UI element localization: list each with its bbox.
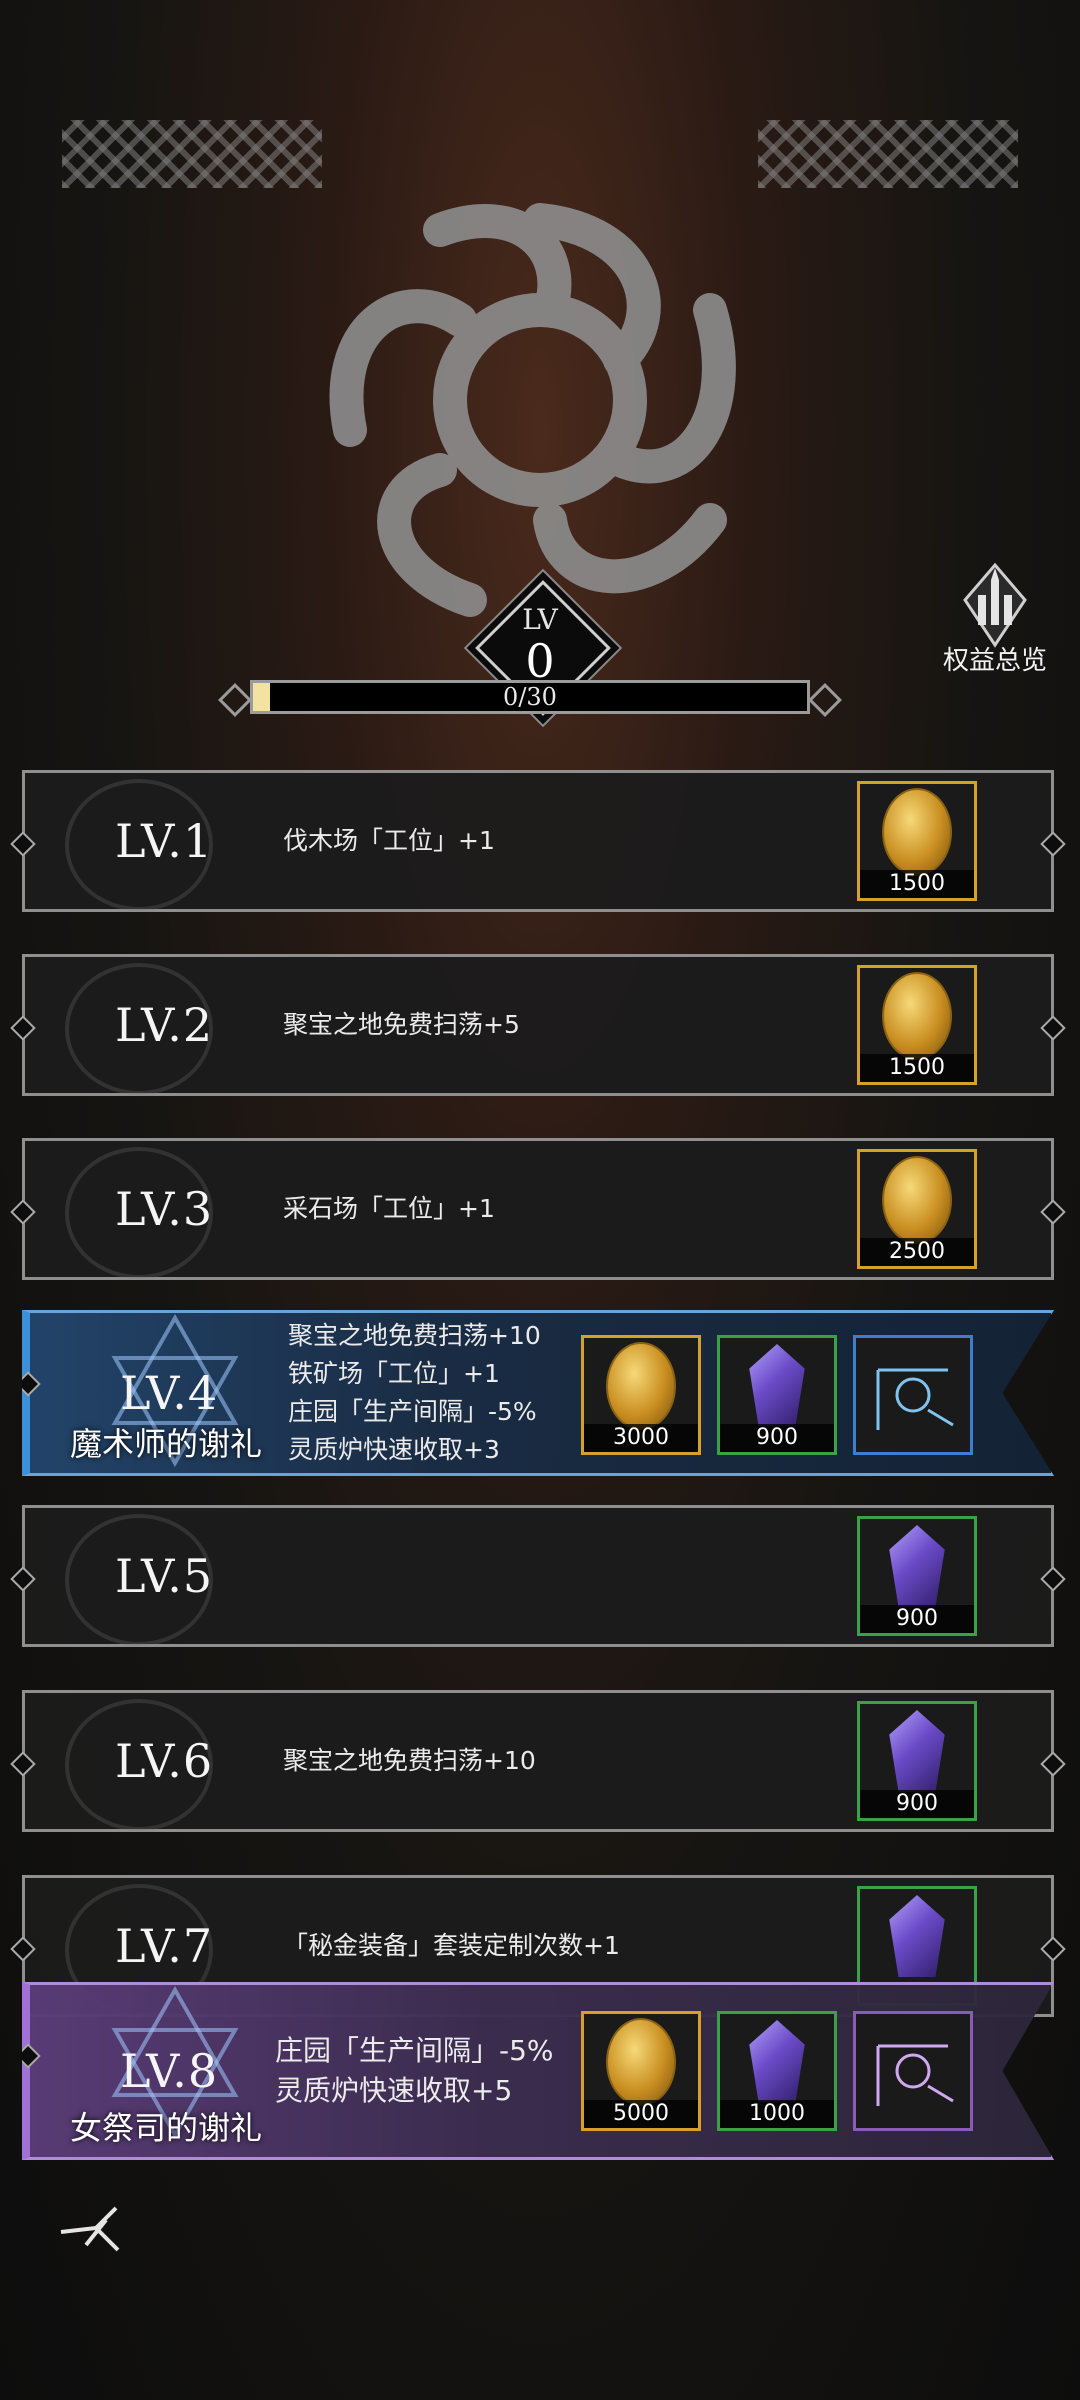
progress-text: 0/30 — [503, 683, 557, 711]
reward-items: 5000 1000 — [581, 2011, 973, 2131]
purple-crystal-icon — [749, 2020, 805, 2102]
gold-coin-reward[interactable]: 1500 — [857, 965, 977, 1085]
reward-items: 900 — [857, 1701, 977, 1821]
frame-sigil-icon — [876, 1368, 954, 1430]
level-progress-bar: 0/30 — [250, 680, 810, 714]
level-row-8: LV.8 女祭司的谢礼 庄园「生产间隔」-5% 灵质炉快速收取+5 5000 1000 — [22, 1982, 1054, 2160]
purple-crystal-icon — [889, 1710, 945, 1792]
level-value: 0 — [525, 634, 555, 688]
level-row-3: LV.3 采石场「工位」+1 2500 — [22, 1138, 1054, 1280]
reward-items: 1500 — [857, 781, 977, 901]
avatar-frame-reward[interactable] — [853, 1335, 973, 1455]
level-label: LV.2 — [115, 998, 214, 1052]
benefit-line: 「秘金装备」套装定制次数+1 — [283, 1931, 620, 1960]
gold-coin-reward[interactable]: 5000 — [581, 2011, 701, 2131]
avatar-frame-reward[interactable] — [853, 2011, 973, 2131]
level-label: LV.3 — [115, 1182, 214, 1236]
reward-quantity: 900 — [860, 1790, 974, 1818]
level-benefits: 「秘金装备」套装定制次数+1 — [283, 1927, 620, 1965]
level-label: LV.6 — [115, 1734, 214, 1788]
overview-label: 权益总览 — [942, 646, 1047, 676]
benefit-line: 聚宝之地免费扫荡+10 — [283, 1746, 536, 1775]
gold-coin-reward[interactable]: 3000 — [581, 1335, 701, 1455]
reward-items: 1500 — [857, 965, 977, 1085]
level-benefits: 采石场「工位」+1 — [283, 1190, 495, 1228]
reward-quantity: 2500 — [860, 1238, 974, 1266]
back-logo-icon[interactable] — [56, 2200, 136, 2260]
purple-crystal-icon — [889, 1525, 945, 1607]
reward-quantity: 1000 — [720, 2100, 834, 2128]
level-label: LV.8 — [120, 2044, 219, 2098]
level-label: LV.4 — [120, 1366, 219, 1420]
purple-crystal-icon — [749, 1344, 805, 1426]
benefit-line: 伐木场「工位」+1 — [283, 826, 495, 855]
reward-quantity: 900 — [860, 1605, 974, 1633]
gold-coin-icon — [882, 1156, 952, 1244]
gold-coin-icon — [882, 972, 952, 1060]
level-row-6: LV.6 聚宝之地免费扫荡+10 900 — [22, 1690, 1054, 1832]
benefit-line: 庄园「生产间隔」-5% — [288, 1397, 537, 1426]
reward-title: 女祭司的谢礼 — [70, 2109, 263, 2147]
frame-sigil-icon — [876, 2044, 954, 2106]
crystal-reward[interactable]: 900 — [857, 1516, 977, 1636]
crystal-reward[interactable]: 900 — [717, 1335, 837, 1455]
level-benefits: 聚宝之地免费扫荡+5 — [283, 1006, 520, 1044]
castle-icon — [963, 562, 1027, 648]
benefit-line: 聚宝之地免费扫荡+5 — [283, 1010, 520, 1039]
benefit-line: 庄园「生产间隔」-5% — [275, 2034, 554, 2067]
reward-quantity: 3000 — [584, 1424, 698, 1452]
level-row-4: LV.4 魔术师的谢礼 聚宝之地免费扫荡+10 铁矿场「工位」+1 庄园「生产间隔」-5… — [22, 1310, 1054, 1476]
level-label: LV.5 — [115, 1549, 214, 1603]
level-row-5: LV.5 900 — [22, 1505, 1054, 1647]
level-row-2: LV.2 聚宝之地免费扫荡+5 1500 — [22, 954, 1054, 1096]
level-label: LV.7 — [115, 1919, 214, 1973]
reward-title: 魔术师的谢礼 — [70, 1425, 263, 1463]
gold-coin-reward[interactable]: 1500 — [857, 781, 977, 901]
knot-band-right — [758, 120, 1018, 188]
reward-quantity: 5000 — [584, 2100, 698, 2128]
level-benefits: 聚宝之地免费扫荡+10 — [283, 1742, 536, 1780]
benefit-line: 采石场「工位」+1 — [283, 1194, 495, 1223]
reward-items: 3000 900 — [581, 1335, 973, 1455]
reward-quantity: 900 — [720, 1424, 834, 1452]
benefit-line: 聚宝之地免费扫荡+10 — [288, 1321, 541, 1350]
crystal-reward[interactable]: 1000 — [717, 2011, 837, 2131]
gold-coin-reward[interactable]: 2500 — [857, 1149, 977, 1269]
gold-coin-icon — [606, 1342, 676, 1430]
knot-band-left — [62, 120, 322, 188]
benefits-overview-button[interactable]: 权益总览 — [930, 560, 1060, 690]
reward-items: 2500 — [857, 1149, 977, 1269]
benefit-line: 灵质炉快速收取+5 — [275, 2074, 513, 2107]
purple-crystal-icon — [889, 1895, 945, 1977]
benefit-line: 铁矿场「工位」+1 — [288, 1359, 500, 1388]
level-benefits: 聚宝之地免费扫荡+10 铁矿场「工位」+1 庄园「生产间隔」-5% 灵质炉快速收取+3 — [288, 1317, 541, 1469]
level-label: LV.1 — [115, 814, 214, 868]
reward-items: 900 — [857, 1516, 977, 1636]
level-label: LV — [522, 603, 558, 636]
reward-quantity: 1500 — [860, 1054, 974, 1082]
reward-quantity: 1500 — [860, 870, 974, 898]
level-benefits: 庄园「生产间隔」-5% 灵质炉快速收取+5 — [275, 2031, 554, 2111]
gold-coin-icon — [882, 788, 952, 876]
level-benefits: 伐木场「工位」+1 — [283, 822, 495, 860]
level-row-1: LV.1 伐木场「工位」+1 1500 — [22, 770, 1054, 912]
gold-coin-icon — [606, 2018, 676, 2106]
benefit-line: 灵质炉快速收取+3 — [288, 1435, 500, 1464]
progress-fill — [253, 683, 270, 711]
celtic-knot-emblem — [329, 203, 736, 617]
crystal-reward[interactable]: 900 — [857, 1701, 977, 1821]
